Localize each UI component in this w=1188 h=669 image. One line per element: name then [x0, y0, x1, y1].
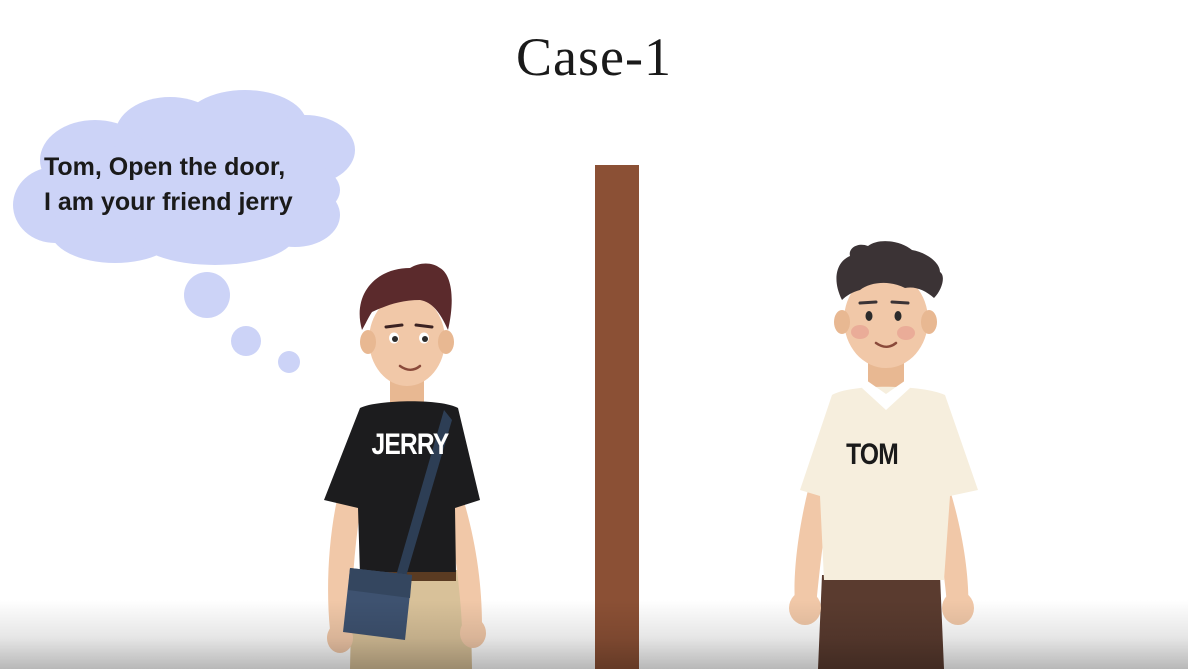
thought-bubble: [13, 90, 355, 373]
jerry-shirt-label: JERRY: [371, 428, 449, 461]
scene-artwork: [13, 90, 978, 669]
video-bottom-shade: [0, 600, 1188, 669]
illustration-scene: Case-1 Tom, Open the door, I am your fri…: [0, 0, 1188, 669]
door-post: [595, 165, 639, 669]
speech-line-2: I am your friend jerry: [44, 188, 293, 216]
thought-bubble-text: Tom, Open the door, I am your friend jer…: [44, 150, 364, 220]
speech-line-1: Tom, Open the door,: [44, 153, 286, 181]
tom-shirt-label: TOM: [846, 438, 899, 471]
